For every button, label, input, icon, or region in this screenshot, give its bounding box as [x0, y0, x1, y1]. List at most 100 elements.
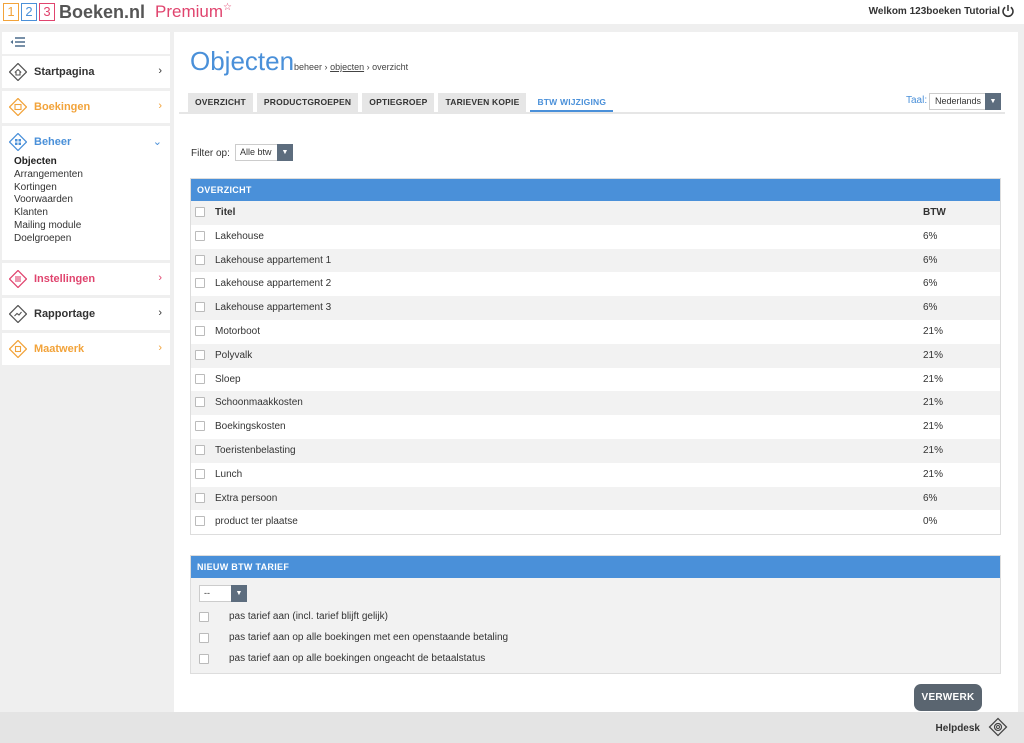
overview-panel: OVERZICHT Titel BTW Lakehouse 6% Lakehous… [190, 178, 1001, 535]
table-row[interactable]: Sloep 21% [191, 368, 1000, 392]
row-checkbox[interactable] [195, 254, 205, 265]
option-checkbox[interactable] [199, 654, 209, 664]
row-btw: 21% [923, 325, 944, 337]
row-btw: 6% [923, 254, 938, 266]
row-checkbox[interactable] [195, 397, 205, 408]
submenu-item-doelgroepen[interactable]: Doelgroepen [14, 233, 83, 246]
sidebar-toggle[interactable] [2, 32, 170, 54]
table-row[interactable]: product ter plaatse 0% [191, 510, 1000, 534]
sidebar: Startpagina › Boekingen › Beheer ⌄ Objec… [0, 32, 172, 368]
filter-select[interactable]: Alle btw ▼ [235, 144, 293, 161]
table-row[interactable]: Schoonmaakkosten 21% [191, 391, 1000, 416]
calendar-icon [9, 98, 27, 116]
row-checkbox[interactable] [195, 516, 205, 527]
premium-label: Premium [155, 2, 224, 21]
row-checkbox[interactable] [195, 230, 205, 241]
row-checkbox[interactable] [195, 349, 205, 360]
row-btw: 0% [923, 516, 938, 528]
row-title: Sloep [215, 373, 241, 385]
page-title: Objecten [190, 46, 295, 76]
tab-optiegroep[interactable]: OPTIEGROEP [362, 93, 435, 112]
submenu-item-kortingen[interactable]: Kortingen [14, 182, 83, 195]
footer: Helpdesk [0, 712, 1024, 743]
table-row[interactable]: Lakehouse appartement 3 6% [191, 296, 1000, 320]
logo[interactable]: 1 2 3 Boeken.nl Premium☆ [3, 1, 232, 23]
table-row[interactable]: Extra persoon 6% [191, 486, 1000, 511]
filter-value: Alle btw [240, 147, 272, 157]
row-title: Extra persoon [215, 492, 278, 504]
option-checkbox[interactable] [199, 633, 209, 643]
option-label: pas tarief aan op alle boekingen met een… [229, 632, 509, 643]
dropdown-arrow-icon[interactable]: ▼ [277, 144, 293, 161]
overview-panel-title: OVERZICHT [191, 179, 1000, 201]
premium-star-icon: ☆ [223, 2, 233, 13]
row-title: Schoonmaakkosten [215, 397, 303, 409]
tab-overzicht[interactable]: OVERZICHT [188, 93, 253, 112]
dropdown-arrow-icon[interactable]: ▼ [231, 585, 247, 602]
row-checkbox[interactable] [195, 421, 205, 432]
chevron-right-icon: › [158, 307, 162, 319]
sidebar-item-instellingen[interactable]: Instellingen › [2, 263, 170, 295]
sidebar-item-startpagina[interactable]: Startpagina › [2, 56, 170, 88]
table-row[interactable]: Boekingskosten 21% [191, 415, 1000, 439]
breadcrumb-objecten-link[interactable]: objecten [330, 62, 364, 72]
breadcrumb-separator: › [324, 62, 328, 72]
sidebar-item-maatwerk[interactable]: Maatwerk › [2, 333, 170, 365]
tab-productgroepen[interactable]: PRODUCTGROEPEN [256, 93, 359, 112]
tab-btw-wijziging[interactable]: BTW WIJZIGING [530, 93, 614, 112]
table-row[interactable]: Polyvalk 21% [191, 343, 1000, 368]
tab-tarieven-kopie[interactable]: TARIEVEN KOPIE [438, 93, 527, 112]
logo-digit-1: 1 [3, 3, 19, 21]
row-btw: 21% [923, 373, 944, 385]
logo-digit-3: 3 [39, 3, 55, 21]
submenu-item-arrangementen[interactable]: Arrangementen [14, 169, 83, 182]
table-row[interactable]: Lunch 21% [191, 463, 1000, 487]
table-row[interactable]: Toeristenbelasting 21% [191, 438, 1000, 463]
overview-table: Titel BTW Lakehouse 6% Lakehouse appartem… [191, 201, 1000, 534]
dropdown-arrow-icon[interactable]: ▼ [985, 93, 1001, 110]
helpdesk-link[interactable]: Helpdesk [936, 723, 980, 734]
option-label: pas tarief aan op alle boekingen ongeach… [229, 653, 486, 664]
breadcrumb: beheer › objecten › overzicht [294, 62, 408, 72]
row-checkbox[interactable] [195, 373, 205, 384]
row-checkbox[interactable] [195, 468, 205, 479]
rate-select[interactable]: -- ▼ [199, 585, 247, 602]
breadcrumb-separator: › [366, 62, 370, 72]
row-title: product ter plaatse [215, 516, 298, 528]
row-checkbox[interactable] [195, 444, 205, 455]
row-btw: 6% [923, 278, 938, 290]
submenu-item-objecten[interactable]: Objecten [14, 156, 83, 169]
option-checkbox[interactable] [199, 612, 209, 622]
breadcrumb-beheer[interactable]: beheer [294, 62, 322, 72]
row-btw: 21% [923, 444, 944, 456]
help-icon[interactable] [988, 717, 1008, 737]
sidebar-item-boekingen[interactable]: Boekingen › [2, 91, 170, 123]
submenu-item-mailing-module[interactable]: Mailing module [14, 220, 83, 233]
row-btw: 21% [923, 349, 944, 361]
table-row[interactable]: Lakehouse 6% [191, 225, 1000, 249]
row-checkbox[interactable] [195, 302, 205, 313]
welcome-text: Welkom 123boeken Tutorial [868, 6, 1000, 17]
submenu-item-voorwaarden[interactable]: Voorwaarden [14, 194, 83, 207]
submenu-item-klanten[interactable]: Klanten [14, 207, 83, 220]
menu-collapse-icon [10, 37, 25, 47]
logo-premium: Premium☆ [155, 2, 232, 22]
row-title: Lunch [215, 468, 243, 480]
row-checkbox[interactable] [195, 278, 205, 289]
sidebar-item-rapportage[interactable]: Rapportage › [2, 298, 170, 330]
language-select[interactable]: Nederlands ▼ [929, 93, 1001, 110]
chevron-right-icon: › [158, 342, 162, 354]
tab-divider [179, 112, 1005, 114]
sliders-icon [9, 270, 27, 288]
row-title: Lakehouse appartement 2 [215, 278, 332, 290]
row-checkbox[interactable] [195, 325, 205, 336]
table-row[interactable]: Lakehouse appartement 2 6% [191, 272, 1000, 296]
select-all-checkbox[interactable] [195, 207, 205, 217]
sidebar-item-beheer[interactable]: Beheer ⌄ Objecten Arrangementen Kortinge… [2, 126, 170, 260]
row-checkbox[interactable] [195, 492, 205, 503]
verwerk-button[interactable]: VERWERK [914, 684, 982, 711]
table-row[interactable]: Lakehouse appartement 1 6% [191, 248, 1000, 273]
breadcrumb-overzicht: overzicht [372, 62, 409, 72]
power-icon[interactable] [1001, 4, 1015, 18]
table-row[interactable]: Motorboot 21% [191, 320, 1000, 344]
